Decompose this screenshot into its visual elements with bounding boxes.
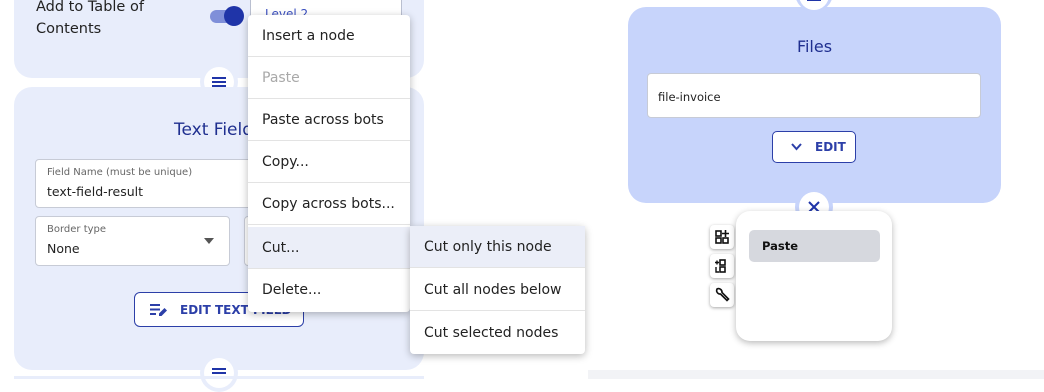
field-name-label: Field Name (must be unique): [47, 167, 193, 178]
menu-item-insert-node[interactable]: Insert a node: [248, 15, 410, 57]
paste-panel: Paste: [736, 211, 892, 341]
cut-submenu: Cut only this node Cut all nodes below C…: [410, 226, 585, 354]
files-input[interactable]: file-invoice: [647, 73, 981, 118]
files-input-value: file-invoice: [658, 90, 721, 104]
files-edit-button[interactable]: EDIT: [772, 131, 856, 163]
node-menu-button-bottom[interactable]: [200, 354, 238, 392]
text-field-title: Text Field: [174, 120, 254, 140]
border-type-value: None: [47, 241, 80, 256]
menu-item-cut[interactable]: Cut...: [248, 227, 410, 269]
menu-item-paste-across-bots[interactable]: Paste across bots: [248, 99, 410, 141]
chevron-down-icon: [791, 143, 802, 151]
menu-item-copy[interactable]: Copy...: [248, 141, 410, 183]
toggle-knob: [224, 6, 244, 26]
right-canvas-divider: [588, 370, 1044, 379]
paste-button[interactable]: Paste: [749, 230, 880, 262]
border-type-label: Border type: [47, 224, 107, 235]
context-menu: Insert a node Paste Paste across bots Co…: [248, 15, 410, 312]
toc-toggle[interactable]: [208, 6, 244, 26]
menu-item-copy-across-bots[interactable]: Copy across bots...: [248, 183, 410, 225]
files-title: Files: [796, 37, 833, 56]
toc-label: Add to Table of Contents: [36, 0, 144, 37]
files-node-menu-inner: [799, 0, 829, 10]
files-card: Files file-invoice EDIT: [628, 7, 1001, 203]
submenu-item-cut-this-node[interactable]: Cut only this node: [410, 226, 585, 268]
menu-icon: [807, 0, 821, 1]
edit-list-icon: [150, 303, 167, 316]
border-type-select[interactable]: Border type None: [35, 216, 230, 266]
dropdown-arrow-icon: [204, 238, 214, 244]
files-edit-label: EDIT: [815, 140, 846, 154]
add-node-icon[interactable]: [710, 225, 734, 249]
menu-item-paste[interactable]: Paste: [248, 57, 410, 99]
submenu-item-cut-selected[interactable]: Cut selected nodes: [410, 312, 585, 354]
add-branch-icon[interactable]: [710, 254, 734, 278]
submenu-item-cut-all-below[interactable]: Cut all nodes below: [410, 269, 585, 311]
menu-item-delete[interactable]: Delete...: [248, 269, 410, 311]
node-menu-inner-bottom: [204, 358, 234, 388]
field-name-input[interactable]: Field Name (must be unique) text-field-r…: [35, 159, 257, 208]
wrench-icon[interactable]: [710, 283, 734, 307]
field-name-value: text-field-result: [47, 184, 144, 199]
